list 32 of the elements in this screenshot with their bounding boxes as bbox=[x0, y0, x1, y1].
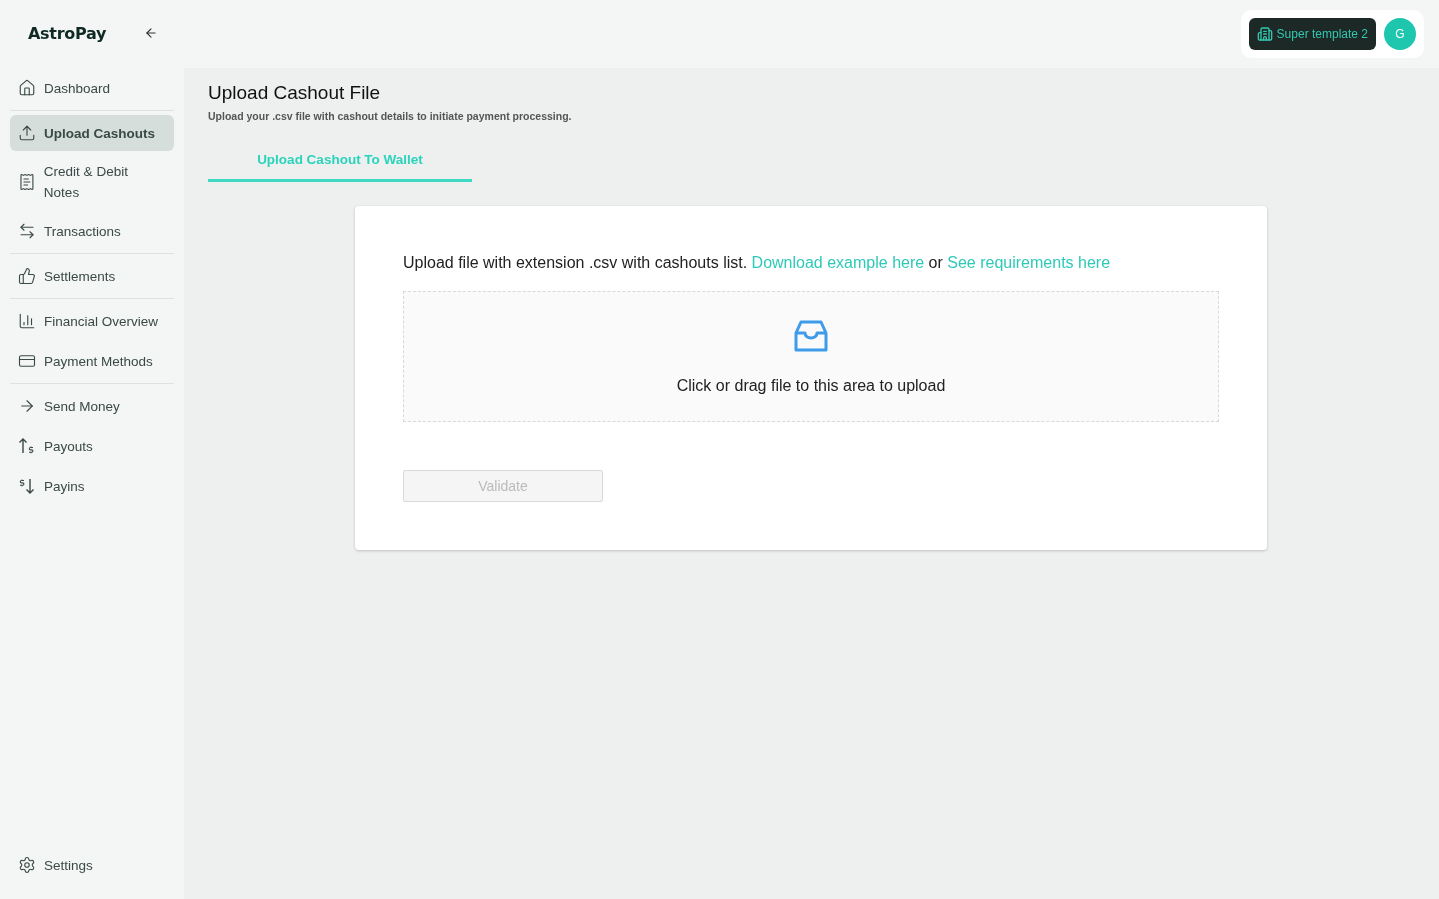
thumbs-up-icon bbox=[18, 267, 36, 285]
page-subtitle: Upload your .csv file with cashout details to initiate payment processing. bbox=[208, 110, 573, 122]
sidebar-item[interactable]: Transactions bbox=[10, 213, 174, 249]
dropzone-text: Click or drag file to this area to upload bbox=[676, 376, 946, 395]
sidebar-item[interactable]: Upload Cashouts bbox=[10, 115, 174, 151]
collapse-arrow-icon[interactable] bbox=[144, 26, 159, 40]
dollar-arrow-down-icon bbox=[18, 477, 36, 495]
building-icon bbox=[1256, 26, 1273, 42]
sidebar-item[interactable]: Settlements bbox=[10, 258, 174, 294]
upload-icon bbox=[18, 124, 36, 142]
inbox-icon bbox=[793, 318, 829, 355]
bar-chart-icon bbox=[18, 312, 36, 330]
card-icon bbox=[18, 352, 36, 370]
sidebar-item[interactable]: Payins bbox=[10, 468, 174, 504]
workspace-button[interactable]: Super template 2 bbox=[1248, 18, 1376, 50]
home-icon bbox=[18, 79, 36, 97]
settings-icon bbox=[18, 856, 36, 874]
receipt-icon bbox=[18, 173, 36, 191]
arrows-icon bbox=[18, 222, 36, 240]
upload-instructions: Upload file with extension .csv with cashouts list. Download example here or See requirements here bbox=[403, 254, 1112, 272]
sidebar-item[interactable]: Financial Overview bbox=[10, 303, 174, 339]
arrow-up-dollar-icon bbox=[18, 437, 36, 455]
sidebar-item[interactable]: Credit & Debit Notes bbox=[10, 155, 174, 209]
sidebar-item[interactable]: Dashboard bbox=[10, 70, 174, 106]
file-dropzone[interactable]: Click or drag file to this area to upload bbox=[403, 291, 1219, 422]
settings-item[interactable]: Settings bbox=[10, 847, 174, 883]
brand-logo: AstroPay bbox=[28, 23, 107, 43]
sidebar-item[interactable]: Payouts bbox=[10, 428, 174, 464]
sidebar-item[interactable]: Payment Methods bbox=[10, 343, 174, 379]
arrow-right-icon bbox=[18, 397, 36, 415]
sidebar-item[interactable]: Send Money bbox=[10, 388, 174, 424]
page-title: Upload Cashout File bbox=[208, 82, 382, 104]
